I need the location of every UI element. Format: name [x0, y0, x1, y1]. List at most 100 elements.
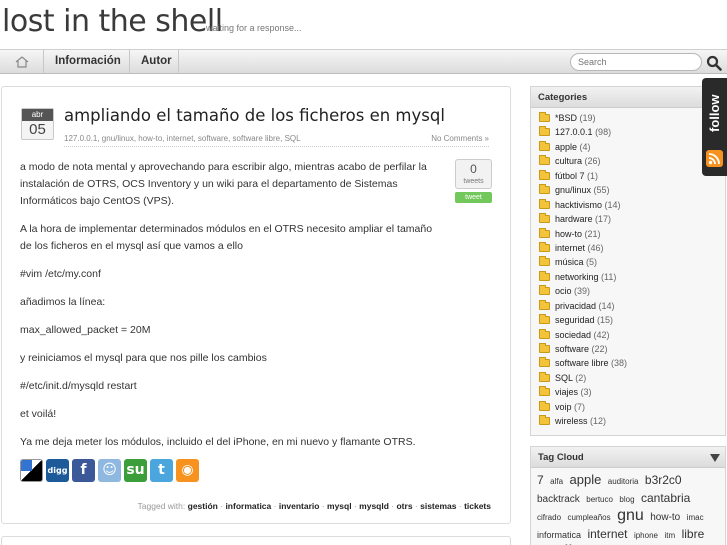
category-name[interactable]: 127.0.0.1 — [555, 127, 593, 137]
tag-cloud-link[interactable]: apple — [570, 472, 602, 487]
category-name[interactable]: gnu/linux — [555, 185, 591, 195]
category-item[interactable]: apple (4) — [539, 140, 725, 154]
category-name[interactable]: hacktivismo — [555, 200, 602, 210]
tag-cloud-link[interactable]: libre — [682, 527, 705, 541]
tweet-widget: 0 tweets tweet — [455, 159, 492, 205]
category-item[interactable]: software (22) — [539, 342, 725, 356]
facebook-icon[interactable]: f — [72, 459, 95, 482]
post-tag-link[interactable]: tickets — [464, 501, 491, 511]
category-count: (4) — [579, 141, 591, 152]
rss-icon-glyph — [708, 153, 720, 165]
category-name[interactable]: seguridad — [555, 315, 595, 325]
category-name[interactable]: cultura — [555, 156, 582, 166]
digg-icon[interactable]: digg — [46, 459, 69, 482]
category-item[interactable]: gnu/linux (55) — [539, 183, 725, 197]
category-item[interactable]: hacktivismo (14) — [539, 198, 725, 212]
tag-cloud-link[interactable]: cifrado — [537, 513, 561, 522]
category-item[interactable]: música (5) — [539, 255, 725, 269]
tag-cloud-link[interactable]: alfa — [550, 477, 563, 486]
category-count: (2) — [575, 372, 587, 383]
tag-cloud-header[interactable]: Tag Cloud — [531, 447, 725, 468]
category-name[interactable]: hardware — [555, 214, 593, 224]
search-input[interactable] — [570, 53, 702, 71]
post-tag-link[interactable]: mysqld — [359, 501, 389, 511]
post-title[interactable]: ampliando el tamaño de los ficheros en m… — [64, 106, 445, 125]
post-tag-link[interactable]: inventario — [279, 501, 320, 511]
category-item[interactable]: viajes (3) — [539, 385, 725, 399]
tag-cloud-link[interactable]: how-to — [650, 512, 680, 523]
tag-cloud-link[interactable]: imac — [687, 513, 704, 522]
nav-item-informacion[interactable]: Información — [44, 50, 130, 74]
tag-cloud-link[interactable]: internet — [587, 527, 627, 541]
post-tag-link[interactable]: sistemas — [420, 501, 456, 511]
category-item[interactable]: how-to (21) — [539, 227, 725, 241]
category-name[interactable]: wireless — [555, 416, 588, 426]
tag-cloud-link[interactable]: iphone — [634, 531, 658, 540]
delicious-icon[interactable] — [20, 459, 43, 482]
tag-cloud-link[interactable]: blog — [619, 495, 634, 504]
category-item[interactable]: software libre (38) — [539, 356, 725, 370]
category-name[interactable]: viajes — [555, 387, 578, 397]
category-item[interactable]: fútbol 7 (1) — [539, 169, 725, 183]
category-name[interactable]: privacidad — [555, 301, 596, 311]
category-item[interactable]: *BSD (19) — [539, 111, 725, 125]
rss-icon[interactable] — [706, 150, 723, 167]
post-comments-link[interactable]: No Comments » — [431, 134, 489, 143]
category-count: (17) — [595, 214, 612, 225]
post-categories[interactable]: 127.0.0.1, gnu/linux, how-to, internet, … — [64, 134, 301, 143]
follow-label[interactable]: follow — [704, 82, 725, 144]
post-tag-link[interactable]: informatica — [225, 501, 271, 511]
post-tag-link[interactable]: mysql — [327, 501, 352, 511]
category-item[interactable]: 127.0.0.1 (98) — [539, 125, 725, 139]
category-name[interactable]: música — [555, 257, 584, 267]
category-item[interactable]: cultura (26) — [539, 154, 725, 168]
category-name[interactable]: internet — [555, 243, 585, 253]
twitter-icon[interactable]: t — [150, 459, 173, 482]
category-item[interactable]: ocio (39) — [539, 284, 725, 298]
site-title[interactable]: lost in the shell — [2, 4, 223, 39]
category-item[interactable]: networking (11) — [539, 270, 725, 284]
tag-cloud-link[interactable]: bertuco — [586, 495, 613, 504]
tag-cloud-link[interactable]: auditoria — [608, 477, 639, 486]
nav-item-autor[interactable]: Autor — [130, 50, 179, 74]
category-name[interactable]: software libre — [555, 358, 609, 368]
category-item[interactable]: voip (7) — [539, 400, 725, 414]
category-item[interactable]: seguridad (15) — [539, 313, 725, 327]
category-name[interactable]: *BSD — [555, 113, 577, 123]
tag-cloud-link[interactable]: 7 — [537, 473, 544, 487]
category-name[interactable]: fútbol 7 — [555, 171, 585, 181]
category-name[interactable]: how-to — [555, 229, 582, 239]
category-name[interactable]: SQL — [555, 373, 573, 383]
category-name[interactable]: networking — [555, 272, 599, 282]
reddit-icon[interactable]: ☺ — [98, 459, 121, 482]
post-tag-link[interactable]: otrs — [396, 501, 412, 511]
category-name[interactable]: sociedad — [555, 330, 591, 340]
tweet-button[interactable]: tweet — [455, 192, 492, 203]
category-name[interactable]: ocio — [555, 286, 572, 296]
tag-cloud-link[interactable]: b3r2c0 — [645, 473, 682, 487]
post-date-day: 05 — [29, 121, 46, 138]
category-item[interactable]: SQL (2) — [539, 371, 725, 385]
category-item[interactable]: sociedad (42) — [539, 328, 725, 342]
tag-cloud-link[interactable]: itm — [664, 531, 675, 540]
collapse-arrow-icon[interactable] — [710, 454, 720, 462]
tag-cloud-link[interactable]: gnu — [617, 507, 644, 524]
tag-cloud-link[interactable]: cumpleaños — [567, 513, 610, 522]
categories-list: *BSD (19) 127.0.0.1 (98) apple (4) cultura … — [531, 108, 725, 429]
post-tag-link[interactable]: gestión — [188, 501, 218, 511]
tag-cloud-link[interactable]: backtrack — [537, 494, 580, 505]
home-button[interactable] — [0, 50, 44, 74]
tag-cloud-link[interactable]: cantabria — [641, 491, 690, 505]
stumbleupon-icon[interactable]: su — [124, 459, 147, 482]
category-item[interactable]: privacidad (14) — [539, 299, 725, 313]
category-item[interactable]: internet (46) — [539, 241, 725, 255]
follow-tab[interactable]: follow — [702, 78, 727, 176]
category-name[interactable]: software — [555, 344, 589, 354]
rss-icon[interactable]: ◉ — [176, 459, 199, 482]
category-name[interactable]: apple — [555, 142, 577, 152]
category-item[interactable]: wireless (12) — [539, 414, 725, 428]
category-name[interactable]: voip — [555, 402, 572, 412]
search-button[interactable] — [705, 54, 723, 72]
category-item[interactable]: hardware (17) — [539, 212, 725, 226]
tag-cloud-link[interactable]: informatica — [537, 530, 581, 540]
